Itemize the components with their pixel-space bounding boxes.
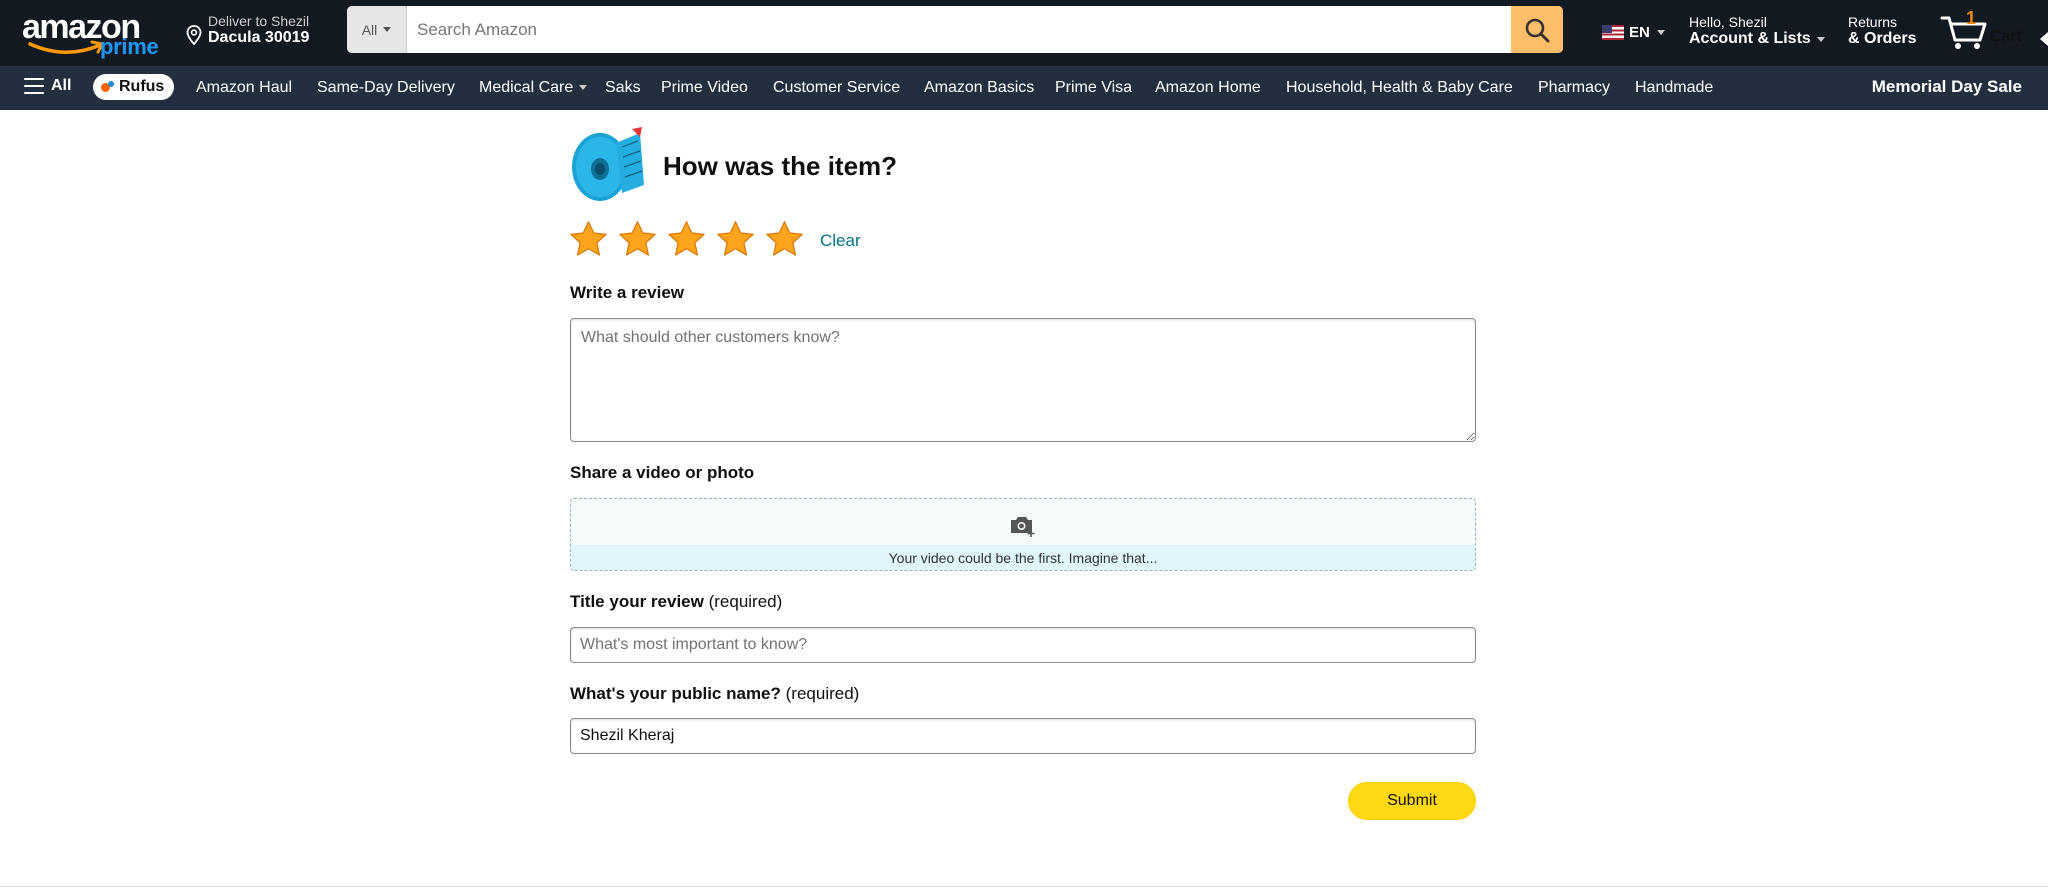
public-name-required-note: (required) [785,684,860,703]
star-rating [568,219,805,260]
product-image [572,127,644,201]
all-label: All [51,77,72,94]
deliver-line1: Deliver to Shezil [208,13,310,29]
search-button[interactable] [1511,6,1563,53]
star-icon-5[interactable] [764,219,805,260]
sub-nav: All Rufus Amazon Haul Same-Day Delivery … [0,60,2048,110]
deliver-line2: Dacula 30019 [208,29,310,46]
camera-add-icon [1011,517,1035,537]
top-nav: amazon prime Deliver to Shezil Dacula 30… [0,0,2048,60]
account-menu[interactable]: Hello, Shezil Account & Lists [1689,14,1825,48]
cart-count: 1 [1966,8,1977,28]
subnav-item-amazon-home[interactable]: Amazon Home [1155,79,1261,97]
star-icon-1[interactable] [568,219,609,260]
subnav-item-same-day-delivery[interactable]: Same-Day Delivery [317,79,455,97]
search-input[interactable] [407,6,1511,53]
chevron-down-icon [1656,30,1665,35]
cart-icon [1940,16,1987,49]
subnav-item-medical-care[interactable]: Medical Care [479,79,588,97]
subnav-item-amazon-haul[interactable]: Amazon Haul [196,79,292,97]
chevron-down-icon [579,85,588,91]
review-title-input[interactable] [570,627,1476,663]
arrow-left-icon[interactable] [2040,32,2048,46]
star-icon-3[interactable] [666,219,707,260]
submit-button[interactable]: Submit [1348,782,1476,820]
rufus-button[interactable]: Rufus [93,74,175,100]
subnav-item-medical-care-label: Medical Care [479,79,574,96]
search-category-dropdown[interactable]: All [347,6,407,53]
search-category-label: All [361,21,378,38]
media-upload-area[interactable]: Your video could be the first. Imagine t… [570,498,1476,571]
share-media-label: Share a video or photo [570,463,755,482]
star-icon-4[interactable] [715,219,756,260]
logo-smile-icon [28,40,104,54]
public-name-input[interactable] [570,718,1476,754]
public-name-label: What's your public name? (required) [570,684,859,704]
all-menu-button[interactable]: All [24,77,71,95]
clear-rating-link[interactable]: Clear [820,231,861,251]
search-icon [1525,18,1550,42]
promo-memorial-day-sale[interactable]: Memorial Day Sale [1872,77,2022,97]
account-lists-row: Account & Lists [1689,30,1825,48]
subnav-item-amazon-basics[interactable]: Amazon Basics [924,79,1034,97]
subnav-item-customer-service[interactable]: Customer Service [773,79,900,97]
logo-prime: prime [100,34,159,59]
language-selector[interactable]: EN [1602,24,1665,41]
cart-button[interactable]: 1 Cart [1940,8,2040,52]
subnav-item-saks[interactable]: Saks [605,79,641,97]
us-flag-icon [1602,25,1624,40]
title-review-label: Title your review (required) [570,592,782,612]
write-review-label: Write a review [570,283,685,302]
search-bar: All [347,6,1563,53]
account-lists-label: Account & Lists [1689,30,1811,47]
rufus-label: Rufus [119,78,165,95]
public-name-label-text: What's your public name? [570,684,781,703]
returns-line2: & Orders [1848,30,1917,47]
upload-message: Your video could be the first. Imagine t… [888,550,1158,566]
subnav-item-household-health-baby[interactable]: Household, Health & Baby Care [1286,79,1513,97]
hamburger-menu-icon [24,78,44,94]
amazon-logo[interactable]: amazon prime [22,8,159,59]
returns-orders-link[interactable]: Returns & Orders [1848,14,1916,48]
chevron-down-icon [383,27,392,32]
language-label: EN [1629,24,1650,41]
review-textarea[interactable] [570,318,1476,442]
title-review-label-text: Title your review [570,592,704,611]
location-pin-icon [186,25,202,45]
chevron-down-icon [1816,36,1825,42]
subnav-item-handmade[interactable]: Handmade [1635,79,1713,97]
account-greeting: Hello, Shezil [1689,14,1767,30]
cart-label: Cart [1990,28,2023,45]
title-required-note: (required) [708,592,783,611]
page-title: How was the item? [663,151,898,181]
subnav-item-pharmacy[interactable]: Pharmacy [1538,79,1610,97]
returns-line1: Returns [1848,14,1898,30]
rufus-icon [101,80,114,94]
footer-divider [0,886,2048,887]
subnav-item-prime-visa[interactable]: Prime Visa [1055,79,1132,97]
star-icon-2[interactable] [617,219,658,260]
subnav-item-prime-video[interactable]: Prime Video [661,79,748,97]
